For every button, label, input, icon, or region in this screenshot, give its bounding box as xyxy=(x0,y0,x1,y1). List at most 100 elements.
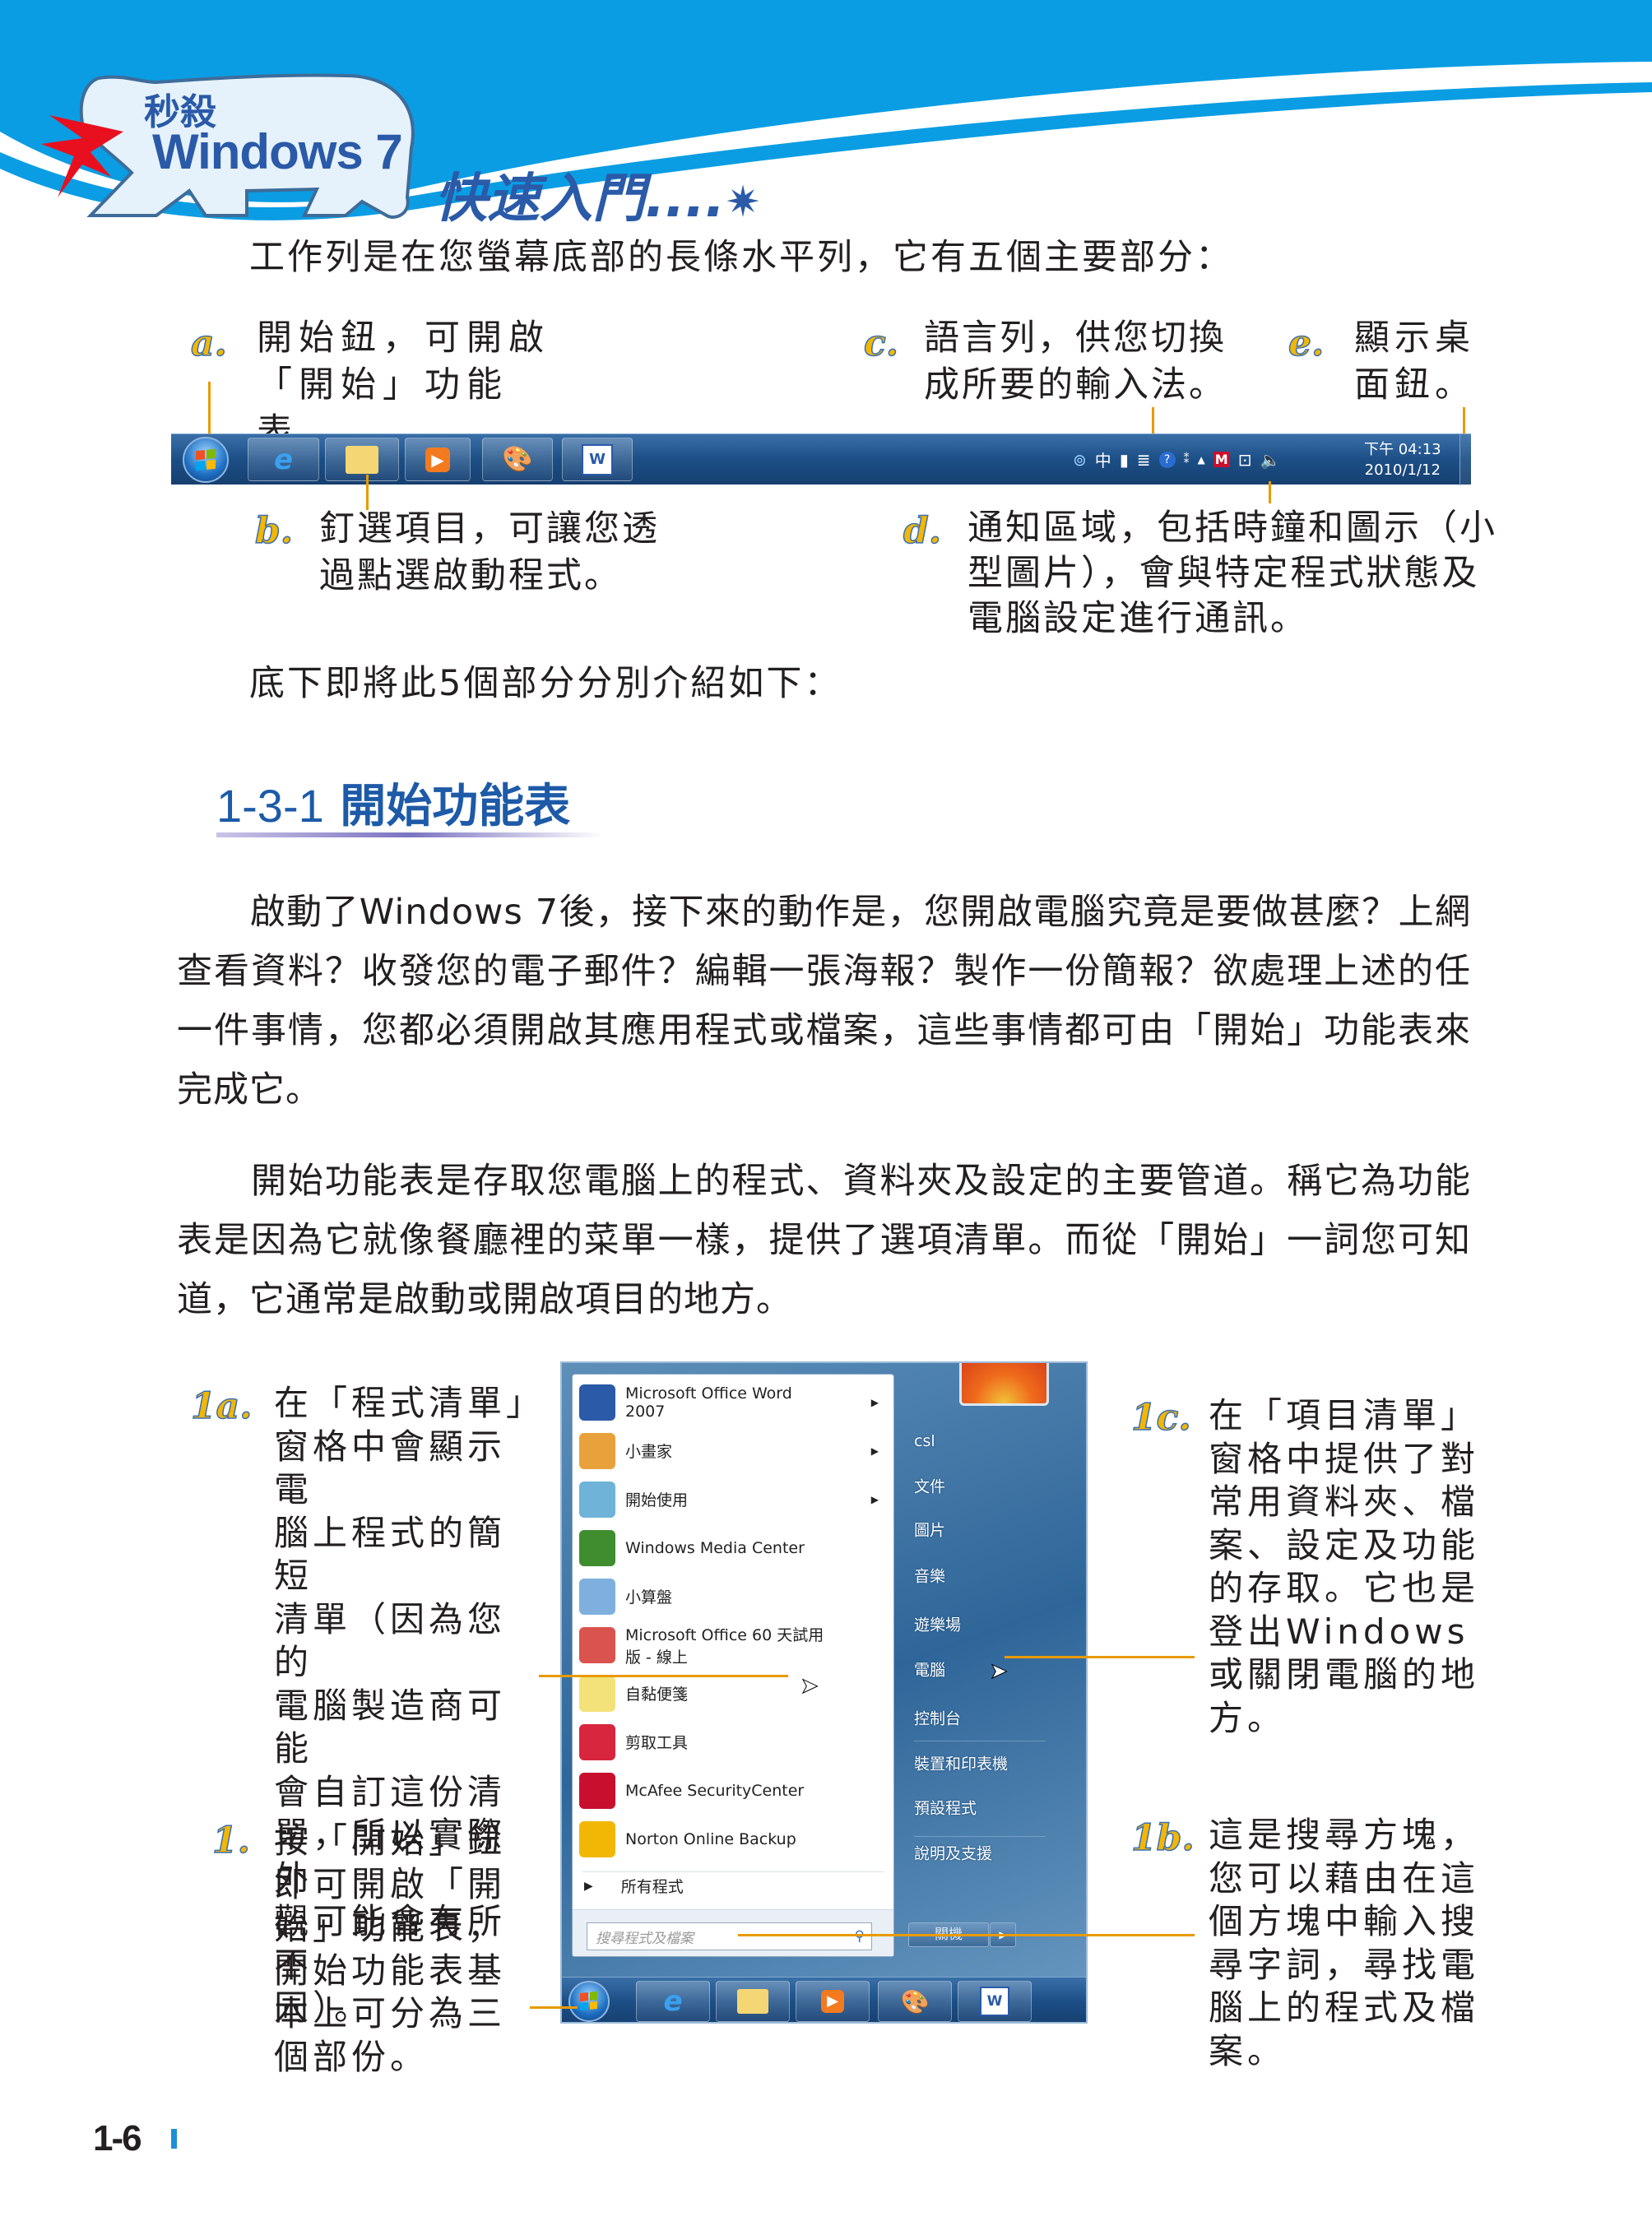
callout-line-1c xyxy=(1005,1656,1195,1658)
callout-1c: 在「項目清單」 窗格中提供了對 常用資料夾、檔 案、設定及功能 的存取。它也是 登出Win… xyxy=(1209,1394,1480,1740)
office-trial-icon xyxy=(579,1626,615,1663)
clock[interactable]: 下午 04:13 2010/1/12 xyxy=(1364,439,1441,480)
label-a: a. xyxy=(190,322,227,365)
file-explorer-icon[interactable] xyxy=(325,438,399,481)
callout-line-text: 本上可分為三 xyxy=(274,1993,507,2033)
badge-main: Windows 7 xyxy=(152,124,403,179)
program-label: 剪取工具 xyxy=(625,1734,689,1752)
callout-line-text: 登出Windows xyxy=(1209,1611,1469,1652)
callout-line-text: 在「程式清單」 xyxy=(274,1383,545,1423)
right-pane-item[interactable]: 預設程式 xyxy=(914,1797,977,1819)
callout-b-line: 過點選啟動程式。 xyxy=(319,555,622,596)
callout-line-1a xyxy=(539,1675,788,1677)
user-picture[interactable] xyxy=(959,1363,1049,1406)
right-pane-item[interactable]: 文件 xyxy=(914,1475,945,1497)
label-1b: 1b. xyxy=(1130,1816,1195,1860)
ime-icon[interactable]: ⊚ xyxy=(1073,450,1087,470)
callout-line-text: 或關閉電腦的地 xyxy=(1209,1654,1480,1695)
callout-d: 通知區域，包括時鐘和圖示（小 型圖片），會與特定程式狀態及 電腦設定進行通訊。 xyxy=(968,506,1497,642)
callout-e-line: 面鈕。 xyxy=(1354,364,1475,406)
calculator-icon xyxy=(579,1578,615,1615)
start-button-pressed[interactable] xyxy=(568,1981,610,2022)
program-item[interactable]: Windows Media Center xyxy=(573,1523,895,1572)
program-label: Microsoft Office 60 天試用版 - 線上 xyxy=(625,1625,824,1667)
series-title: 快速入門....✷ xyxy=(434,156,761,232)
internet-explorer-icon[interactable]: e xyxy=(636,1981,710,2022)
mouse-pointer-icon: ➤ xyxy=(990,1659,1009,1685)
internet-explorer-icon[interactable]: e xyxy=(248,438,319,481)
program-item[interactable]: Microsoft Office 60 天試用版 - 線上 xyxy=(573,1621,895,1669)
callout-1b: 這是搜尋方塊， 您可以藉由在這 個方塊中輸入搜 尋字詞，尋找電 腦上的程式及檔 案。 xyxy=(1209,1814,1480,2073)
network-icon[interactable]: ⊡ xyxy=(1238,450,1252,470)
right-pane-item[interactable]: 電腦 xyxy=(914,1658,945,1681)
callout-line-1b xyxy=(738,1934,1195,1936)
callout-line-text: 清單（因為您的 xyxy=(274,1598,507,1683)
paint-icon[interactable]: 🎨 xyxy=(482,438,553,481)
program-label: 小算盤 xyxy=(625,1588,673,1607)
show-desktop-button[interactable] xyxy=(1459,434,1471,485)
start-button[interactable] xyxy=(183,437,229,483)
search-icon: ⚲ xyxy=(854,1928,865,1945)
volume-icon[interactable]: 🔈 xyxy=(1260,450,1280,470)
divider xyxy=(914,1836,1046,1837)
callout-line-text: 按「開始」鈕 xyxy=(274,1820,507,1861)
word-icon[interactable]: W xyxy=(958,1981,1032,2022)
program-item[interactable]: Norton Online Backup xyxy=(573,1815,895,1863)
callout-line-text: 您可以藉由在這 xyxy=(1209,1857,1480,1899)
ime-tools-icon[interactable]: ≣ xyxy=(1137,450,1151,470)
language-options-icon[interactable]: ⁑ xyxy=(1184,453,1190,466)
program-item[interactable]: 小算盤 xyxy=(573,1572,895,1621)
right-pane-item[interactable]: 遊樂場 xyxy=(914,1613,961,1635)
all-programs-label: 所有程式 xyxy=(620,1878,684,1896)
norton-icon xyxy=(579,1820,615,1857)
search-input[interactable]: 搜尋程式及檔案 ⚲ xyxy=(587,1922,872,1950)
section-heading: 1-3-1 開始功能表 xyxy=(216,769,570,836)
program-item[interactable]: 小畫家 ▶ xyxy=(573,1426,895,1475)
callout-line-text: 個方塊中輸入搜 xyxy=(1209,1901,1480,1941)
show-hidden-icons[interactable]: ▲ xyxy=(1198,454,1205,466)
all-programs-item[interactable]: ▶ 所有程式 xyxy=(573,1862,895,1910)
label-1a: 1a. xyxy=(190,1384,253,1428)
right-pane-item[interactable]: csl xyxy=(914,1432,935,1450)
fullwidth-icon[interactable]: ▮ xyxy=(1120,450,1129,470)
media-player-icon[interactable]: ▶ xyxy=(796,1981,870,2022)
callout-a-line: 開始鈕，可開啟 xyxy=(257,318,550,359)
program-item[interactable]: 開始使用 ▶ xyxy=(573,1475,895,1523)
program-label: Microsoft Office Word 2007 xyxy=(625,1384,792,1421)
media-player-icon[interactable]: ▶ xyxy=(405,438,471,481)
program-item[interactable]: 剪取工具 xyxy=(573,1718,895,1766)
paragraph-2: 開始功能表是存取您電腦上的程式、資料夾及設定的主要管道。稱它為功能表是因為它就像… xyxy=(177,1161,1471,1320)
word-icon[interactable]: W xyxy=(562,438,633,481)
label-b: b. xyxy=(254,509,294,553)
right-pane-item[interactable]: 裝置和印表機 xyxy=(914,1752,1008,1774)
page-number: 1-6 xyxy=(93,2118,142,2158)
chinese-input-icon[interactable]: 中 xyxy=(1095,447,1111,471)
help-icon[interactable]: ? xyxy=(1158,451,1176,468)
triangle-right-icon: ▶ xyxy=(584,1879,593,1893)
mcafee-icon[interactable]: M xyxy=(1213,452,1230,467)
right-pane-item[interactable]: 說明及支援 xyxy=(914,1842,992,1864)
program-item[interactable]: Microsoft Office Word 2007 ▶ xyxy=(573,1378,895,1426)
clock-date: 2010/1/12 xyxy=(1364,461,1441,479)
submenu-arrow-icon: ▶ xyxy=(870,1396,879,1408)
snipping-tool-icon xyxy=(579,1723,615,1760)
heading-underline xyxy=(216,832,603,837)
right-pane-item[interactable]: 控制台 xyxy=(914,1707,961,1729)
program-item[interactable]: McAfee SecurityCenter xyxy=(573,1766,895,1815)
search-placeholder: 搜尋程式及檔案 xyxy=(596,1930,694,1947)
paint-icon[interactable]: 🎨 xyxy=(878,1981,952,2022)
label-e: e. xyxy=(1288,322,1325,365)
word-icon xyxy=(579,1384,615,1421)
callout-e-line: 顯示桌 xyxy=(1354,318,1475,359)
right-pane-item[interactable]: 圖片 xyxy=(914,1519,945,1541)
section-title: 開始功能表 xyxy=(340,780,571,833)
right-pane-item[interactable]: 音樂 xyxy=(914,1565,945,1587)
file-explorer-icon[interactable] xyxy=(716,1981,790,2022)
intro-text: 工作列是在您螢幕底部的長條水平列，它有五個主要部分： xyxy=(249,237,1233,278)
callout-line-text: 在「項目清單」 xyxy=(1209,1395,1480,1435)
sparkle-icon: ✷ xyxy=(725,178,761,227)
callout-line-text: 始」功能表， xyxy=(274,1907,507,1947)
callout-line-text: 的存取。它也是 xyxy=(1209,1568,1480,1608)
clock-time: 下午 04:13 xyxy=(1364,441,1441,458)
callout-c-line: 語言列，供您切換 xyxy=(924,318,1227,359)
